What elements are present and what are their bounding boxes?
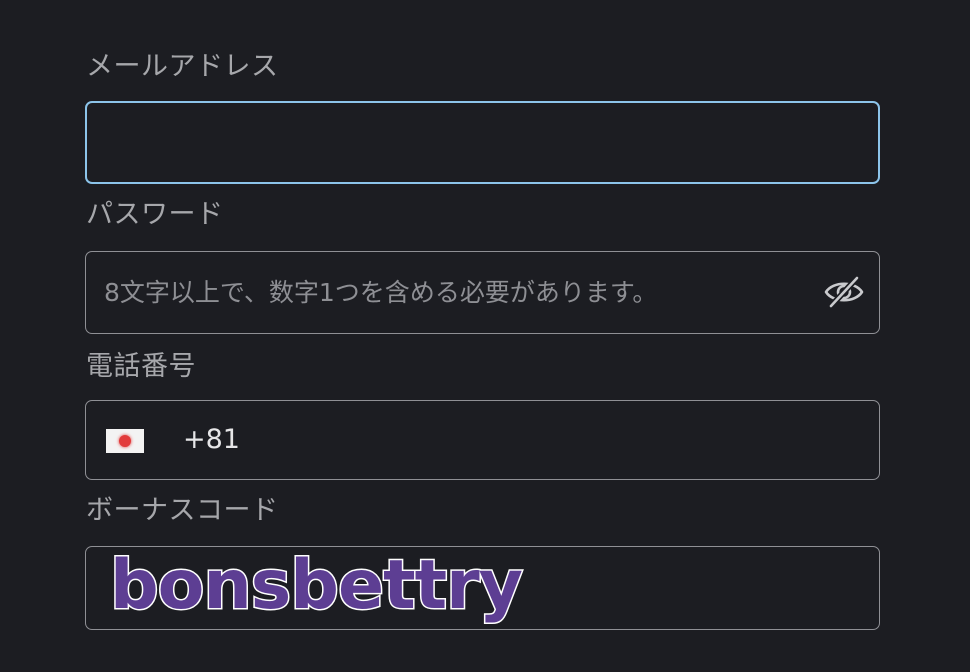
japan-flag-icon[interactable] bbox=[106, 429, 144, 453]
dial-code: +81 bbox=[183, 424, 240, 455]
email-field-container[interactable] bbox=[85, 101, 880, 184]
phone-field-container[interactable]: +81 bbox=[85, 400, 880, 480]
password-field-container[interactable] bbox=[85, 251, 880, 334]
bonus-code-label: ボーナスコード bbox=[86, 495, 279, 526]
flag-sun bbox=[119, 435, 131, 447]
email-input[interactable] bbox=[87, 103, 878, 182]
eye-slash-icon[interactable] bbox=[823, 274, 865, 310]
bonus-code-value: bonsbettry bbox=[109, 545, 525, 627]
password-label: パスワード bbox=[86, 199, 224, 230]
registration-form: メールアドレス パスワード 電話番号 +81 ボーナスコード bonsbettr… bbox=[0, 0, 970, 672]
phone-label: 電話番号 bbox=[86, 351, 196, 382]
password-input[interactable] bbox=[86, 252, 879, 333]
email-label: メールアドレス bbox=[86, 51, 279, 82]
